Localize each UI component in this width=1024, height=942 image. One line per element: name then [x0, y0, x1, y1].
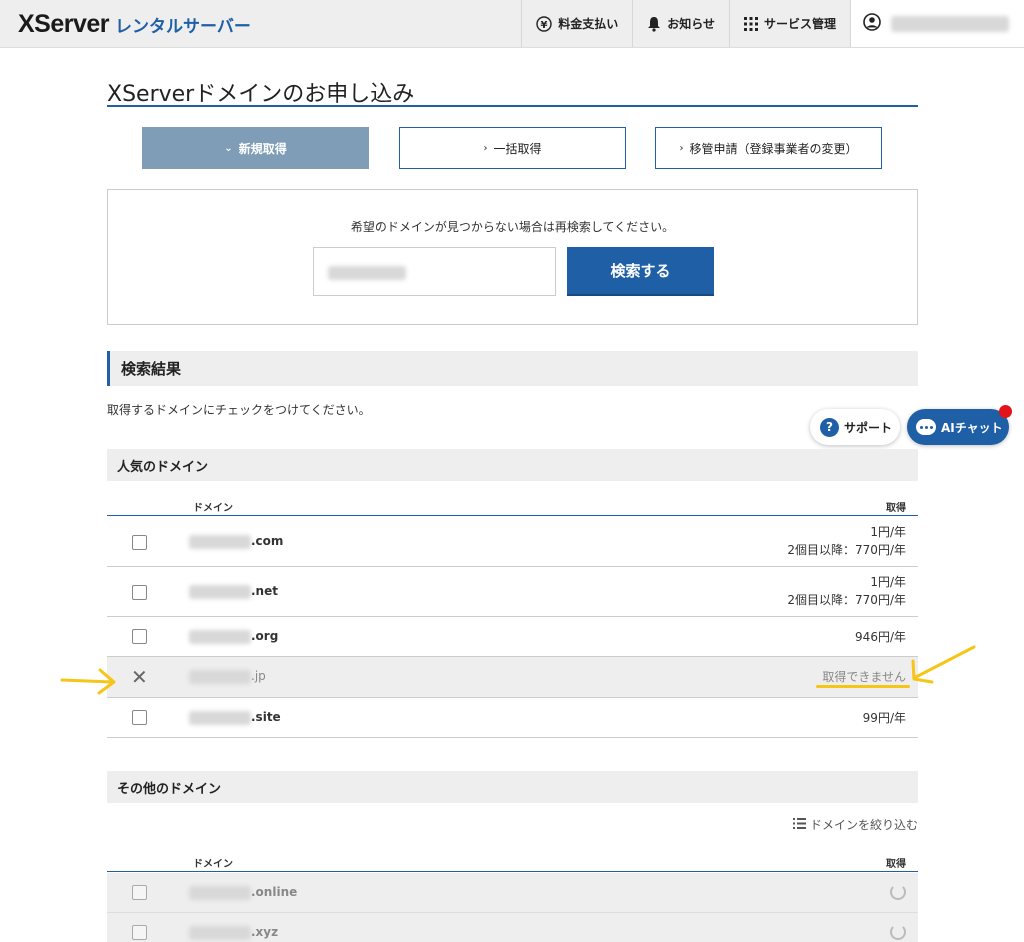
domain-tld: .xyz [251, 925, 279, 939]
chevron-right-icon: › [679, 142, 684, 154]
nav-news-label: お知らせ [667, 17, 715, 31]
tab-new-registration[interactable]: ⌄ 新規取得 [142, 127, 369, 169]
domain-tld: .org [251, 629, 279, 643]
domain-price: 1円/年 2個目以降：770円/年 [787, 523, 906, 559]
domain-name-redacted [189, 585, 251, 599]
nav-news[interactable]: お知らせ [632, 0, 729, 47]
search-message: 希望のドメインが見つからない場合は再検索してください。 [350, 220, 675, 234]
domain-name-redacted [189, 711, 251, 725]
domain-checkbox[interactable] [132, 885, 147, 900]
results-heading: 検索結果 [107, 351, 918, 386]
domain-tld: .com [251, 534, 284, 548]
loading-spinner-icon [890, 924, 906, 940]
other-table-header: ドメイン 取得 [107, 852, 918, 872]
logo[interactable]: XServer レンタルサーバー [18, 10, 251, 39]
yen-icon: ¥ [536, 15, 552, 32]
domain-tld: .net [251, 584, 278, 598]
domain-name-redacted [189, 630, 251, 644]
table-row: .net 1円/年 2個目以降：770円/年 [107, 567, 918, 617]
table-row: .org 946円/年 [107, 617, 918, 657]
logo-main-text: XServer [18, 10, 110, 38]
tab-bulk-registration[interactable]: › 一括取得 [399, 127, 626, 169]
popular-table-header: ドメイン 取得 [107, 496, 918, 516]
ai-chat-button[interactable]: AIチャット [907, 409, 1009, 445]
support-button[interactable]: ? サポート [810, 409, 900, 445]
price-first: 1円/年 [870, 575, 906, 589]
domain-price: 99円/年 [862, 711, 906, 725]
domain-checkbox[interactable] [132, 535, 147, 550]
nav-payment[interactable]: ¥ 料金支払い [521, 0, 632, 47]
page-title: XServerドメインのお申し込み [107, 82, 415, 107]
tab-new-registration-label: 新規取得 [238, 141, 287, 156]
table-row-unavailable: ✕ .jp 取得できません [107, 657, 918, 698]
svg-text:¥: ¥ [541, 20, 548, 31]
top-bar: XServer レンタルサーバー ¥ 料金支払い お知らせ サービス管理 [0, 0, 1024, 48]
chevron-down-icon: ⌄ [224, 142, 233, 154]
tab-transfer[interactable]: › 移管申請（登録事業者の変更） [655, 127, 882, 169]
logo-sub-text: レンタルサーバー [115, 17, 251, 37]
search-button[interactable]: 検索する [567, 247, 714, 296]
notification-dot [999, 405, 1012, 418]
loading-spinner-icon [890, 884, 906, 900]
question-icon: ? [820, 417, 839, 437]
domain-checkbox[interactable] [132, 585, 147, 600]
table-row: .site 99円/年 [107, 698, 918, 738]
col-get: 取得 [886, 859, 906, 870]
col-domain: ドメイン [193, 503, 233, 514]
grid-icon [743, 16, 758, 31]
list-icon [792, 817, 806, 832]
top-nav: ¥ 料金支払い お知らせ サービス管理 [521, 0, 1024, 47]
popular-domains-heading: 人気のドメイン [107, 449, 918, 481]
domain-name-redacted [189, 535, 251, 549]
unavailable-x-icon: ✕ [131, 665, 148, 689]
user-name-redacted [891, 15, 1009, 32]
search-panel: 希望のドメインが見つからない場合は再検索してください。 検索する [107, 189, 918, 325]
user-icon [863, 13, 881, 34]
nav-payment-label: 料金支払い [558, 17, 619, 31]
chat-icon [916, 419, 936, 435]
domain-name-redacted [189, 670, 251, 684]
domain-checkbox[interactable] [132, 925, 147, 940]
filter-domains-label: ドメインを絞り込む [809, 818, 918, 832]
tab-transfer-label: 移管申請（登録事業者の変更） [689, 141, 858, 156]
table-row: .com 1円/年 2個目以降：770円/年 [107, 517, 918, 567]
results-instruction: 取得するドメインにチェックをつけてください。 [107, 403, 371, 417]
other-domains-heading: その他のドメイン [107, 771, 918, 803]
price-second: 2個目以降：770円/年 [787, 543, 906, 557]
domain-checkbox[interactable] [132, 710, 147, 725]
domain-price: 946円/年 [855, 630, 906, 644]
col-get: 取得 [886, 503, 906, 514]
table-row-loading: .xyz [107, 913, 918, 942]
filter-domains-link[interactable]: ドメインを絞り込む [792, 816, 918, 833]
title-underline [107, 105, 918, 107]
domain-price: 1円/年 2個目以降：770円/年 [787, 573, 906, 609]
price-second: 2個目以降：770円/年 [787, 593, 906, 607]
user-menu[interactable] [850, 0, 1024, 47]
domain-search-input[interactable] [313, 247, 556, 296]
bell-icon [647, 16, 661, 32]
search-input-redacted-value [328, 266, 406, 280]
domain-tld: .jp [251, 669, 266, 683]
domain-checkbox[interactable] [132, 629, 147, 644]
col-domain: ドメイン [193, 859, 233, 870]
domain-name-redacted [189, 886, 251, 900]
chevron-right-icon: › [483, 142, 488, 154]
support-label: サポート [844, 420, 893, 435]
ai-chat-label: AIチャット [941, 420, 1003, 435]
right-arrow-icon [911, 645, 976, 684]
nav-service-label: サービス管理 [763, 17, 836, 31]
domain-name-redacted [189, 926, 251, 940]
tab-bulk-registration-label: 一括取得 [493, 141, 542, 156]
table-row-loading: .online [107, 873, 918, 913]
nav-service[interactable]: サービス管理 [728, 0, 850, 47]
highlight-underline [816, 685, 910, 688]
domain-tld: .online [251, 885, 298, 899]
price-first: 1円/年 [870, 525, 906, 539]
domain-tld: .site [251, 710, 281, 724]
domain-unavailable-text: 取得できません [822, 670, 906, 684]
